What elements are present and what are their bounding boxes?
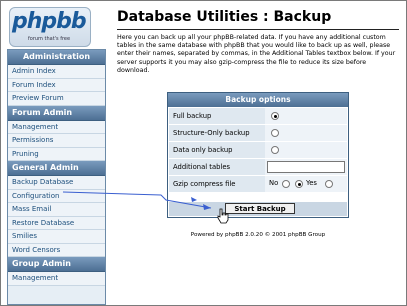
- nav-item-group-management[interactable]: Management: [8, 272, 105, 286]
- nav-item-pruning[interactable]: Pruning: [8, 147, 105, 161]
- full-backup-label: Full backup: [169, 108, 265, 125]
- nav-item-admin-index[interactable]: Admin Index: [8, 65, 105, 79]
- logo-text: phpbb: [12, 9, 87, 34]
- gzip-yes-radio[interactable]: [295, 180, 303, 188]
- data-only-label: Data only backup: [169, 142, 265, 159]
- nav-item-forum-index[interactable]: Forum Index: [8, 78, 105, 92]
- logo-tagline: forum that's free: [28, 36, 71, 42]
- row-additional-tables: Additional tables: [169, 159, 347, 176]
- row-data-only: Data only backup: [169, 142, 347, 159]
- nav-item-management[interactable]: Management: [8, 120, 105, 134]
- full-backup-radio[interactable]: [271, 112, 279, 120]
- data-only-radio[interactable]: [271, 146, 279, 154]
- page-description: Here you can back up all your phpBB-rela…: [117, 34, 396, 74]
- row-structure-only: Structure-Only backup: [169, 125, 347, 142]
- nav-item-mass-email[interactable]: Mass Email: [8, 203, 105, 217]
- full-backup-cell: [265, 108, 347, 125]
- nav-item-smilies[interactable]: Smilies: [8, 230, 105, 244]
- structure-only-cell: [265, 125, 347, 142]
- admin-nav: Administration Admin Index Forum Index P…: [7, 49, 106, 305]
- backup-options-header: Backup options: [168, 93, 348, 107]
- structure-only-radio[interactable]: [271, 129, 279, 137]
- nav-section-general-admin: General Admin: [8, 161, 105, 176]
- additional-tables-input[interactable]: [267, 161, 345, 173]
- gzip-no-radio[interactable]: [282, 180, 290, 188]
- row-gzip: Gzip compress file No Yes: [169, 176, 347, 193]
- backup-options-panel: Backup options Full backup Structure-Onl…: [167, 92, 349, 218]
- gzip-label: Gzip compress file: [169, 176, 265, 193]
- additional-tables-cell: [265, 159, 347, 176]
- nav-item-preview-forum[interactable]: Preview Forum: [8, 92, 105, 106]
- gzip-extra-radio[interactable]: [325, 180, 333, 188]
- nav-section-group-admin: Group Admin: [8, 257, 105, 272]
- button-row: Start Backup: [169, 202, 347, 216]
- start-backup-button[interactable]: Start Backup: [225, 203, 295, 214]
- nav-item-backup-database[interactable]: Backup Database: [8, 176, 105, 190]
- nav-section-forum-admin: Forum Admin: [8, 105, 105, 121]
- page-footer: Powered by phpBB 2.0.20 © 2001 phpBB Gro…: [190, 232, 326, 238]
- app-window: phpbb forum that's free Administration A…: [0, 0, 407, 306]
- page-title: Database Utilities : Backup: [117, 9, 332, 25]
- data-only-cell: [265, 142, 347, 159]
- row-full-backup: Full backup: [169, 108, 347, 125]
- nav-item-configuration[interactable]: Configuration: [8, 189, 105, 203]
- title-divider: [117, 29, 399, 30]
- hand-cursor-icon: [217, 208, 229, 224]
- gzip-yes-label: Yes: [306, 179, 317, 187]
- structure-only-label: Structure-Only backup: [169, 125, 265, 142]
- sidebar: phpbb forum that's free Administration A…: [3, 3, 106, 305]
- additional-tables-label: Additional tables: [169, 159, 265, 176]
- nav-item-permissions[interactable]: Permissions: [8, 134, 105, 148]
- nav-item-word-censors[interactable]: Word Censors: [8, 243, 105, 257]
- nav-section-administration: Administration: [8, 50, 105, 65]
- phpbb-logo[interactable]: phpbb forum that's free: [9, 7, 91, 47]
- nav-item-restore-database[interactable]: Restore Database: [8, 216, 105, 230]
- gzip-cell: No Yes: [265, 176, 347, 193]
- gzip-no-label: No: [269, 179, 279, 187]
- main-content: Database Utilities : Backup Here you can…: [111, 3, 405, 303]
